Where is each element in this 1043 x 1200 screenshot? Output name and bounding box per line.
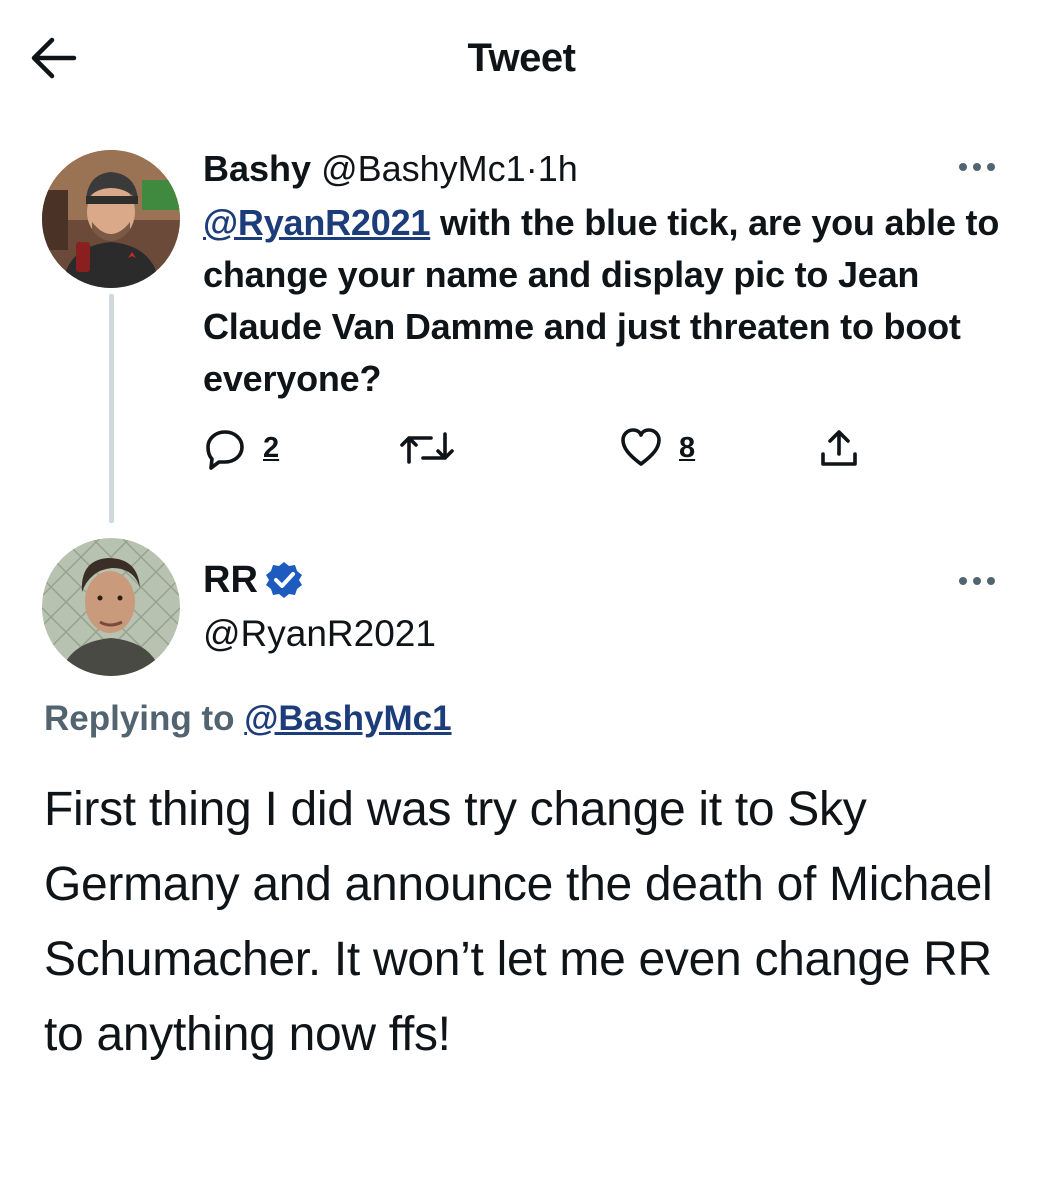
retweet-icon [400,432,454,464]
replying-to-handle[interactable]: @BashyMc1 [244,699,451,738]
heart-icon [621,428,661,466]
reply-button[interactable]: 2 [203,420,279,476]
like-count: 8 [679,431,696,464]
author-name[interactable]: Bashy [203,148,311,189]
avatar-bashy[interactable] [42,150,180,288]
replying-to-label: Replying to [44,699,245,738]
tweet-text: @RyanR2021 with the blue tick, are you a… [203,197,1013,405]
tweet-header: Bashy @BashyMc1·1h [203,146,578,192]
reply-author-handle[interactable]: @RyanR2021 [203,610,436,658]
more-options-button[interactable] [955,152,999,182]
more-dots-icon [959,163,995,171]
share-icon [821,430,857,466]
verified-badge-icon [265,562,302,598]
reply-more-options-button[interactable] [955,566,999,596]
like-button[interactable]: 8 [619,420,695,476]
share-button[interactable] [817,420,861,476]
author-handle[interactable]: @BashyMc1 [321,148,526,189]
reply-author-name[interactable]: RR [203,556,304,604]
reply-count: 2 [263,431,280,464]
timestamp[interactable]: 1h [538,148,578,189]
reply-tweet-text: First thing I did was try change it to S… [44,783,993,1061]
avatar-rr[interactable] [42,538,180,676]
thread-line [109,294,114,523]
reply-icon [206,430,244,470]
retweet-button[interactable] [395,420,459,476]
replying-to: Replying to @BashyMc1 [44,695,452,743]
mention-link[interactable]: @RyanR2021 [203,202,430,243]
separator-dot: · [525,148,538,189]
page-title: Tweet [467,36,576,80]
more-dots-icon [959,577,995,585]
